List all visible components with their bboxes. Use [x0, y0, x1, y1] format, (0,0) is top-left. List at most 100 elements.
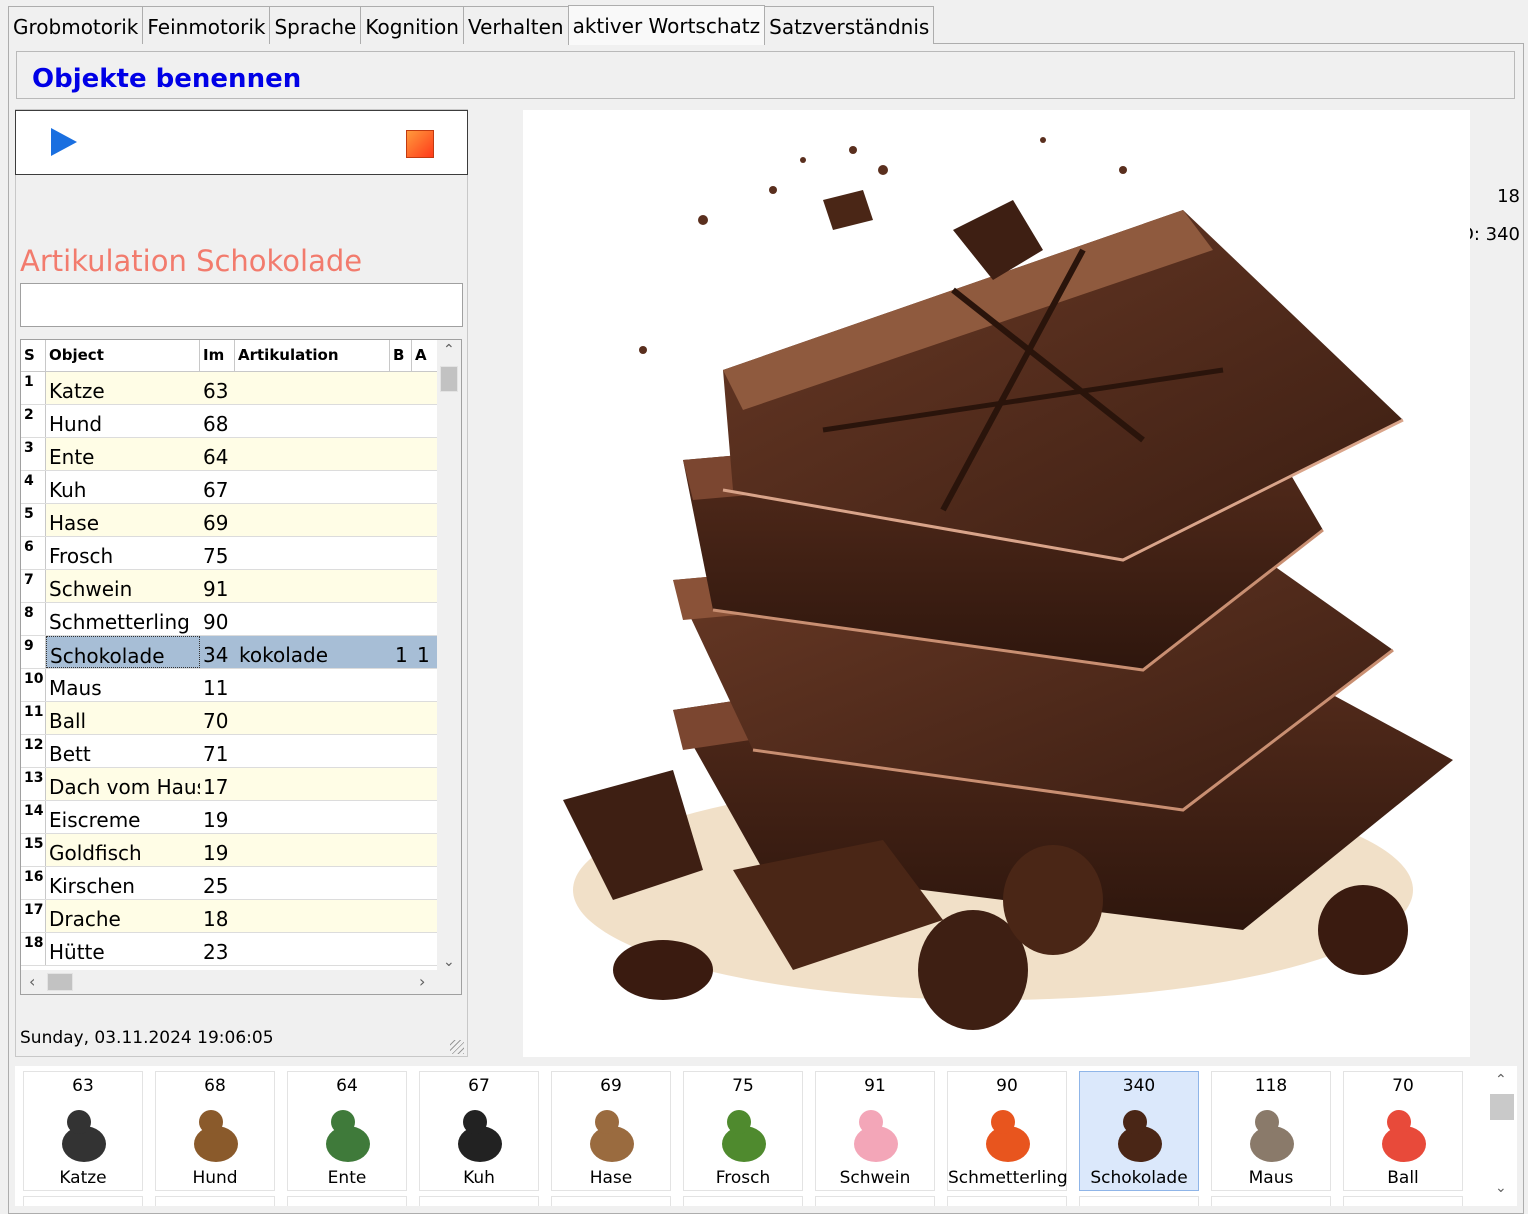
cell-object[interactable]: Hase: [46, 504, 200, 536]
cell-im[interactable]: 71: [200, 735, 235, 767]
artikulation-input[interactable]: [20, 283, 463, 327]
cell-im[interactable]: 11: [200, 669, 235, 701]
hscroll-thumb[interactable]: [47, 973, 73, 991]
cell-im[interactable]: 67: [200, 471, 235, 503]
cell-a[interactable]: [412, 471, 437, 503]
table-row[interactable]: 1 Katze 63: [21, 372, 437, 405]
col-header-object[interactable]: Object: [46, 340, 200, 371]
cell-im[interactable]: 23: [200, 933, 235, 965]
cell-b[interactable]: [390, 372, 412, 404]
cell-art[interactable]: [235, 570, 390, 602]
cell-art[interactable]: [235, 372, 390, 404]
cell-b[interactable]: [390, 834, 412, 866]
cell-im[interactable]: 90: [200, 603, 235, 635]
cell-b[interactable]: [390, 570, 412, 602]
cell-art[interactable]: [235, 834, 390, 866]
cell-s[interactable]: 12: [21, 735, 46, 767]
cell-s[interactable]: 7: [21, 570, 46, 602]
cell-object[interactable]: Hund: [46, 405, 200, 437]
stop-icon[interactable]: [406, 130, 434, 158]
table-row[interactable]: 11 Ball 70: [21, 702, 437, 735]
tab-satzverständnis[interactable]: Satzverständnis: [764, 6, 935, 44]
cell-a[interactable]: [412, 801, 437, 833]
cell-art[interactable]: [235, 438, 390, 470]
table-row[interactable]: 17 Drache 18: [21, 900, 437, 933]
cell-b[interactable]: [390, 933, 412, 965]
cell-b[interactable]: [390, 900, 412, 932]
cell-object[interactable]: Ente: [46, 438, 200, 470]
cell-im[interactable]: 19: [200, 801, 235, 833]
cell-im[interactable]: 18: [200, 900, 235, 932]
thumbnail-item[interactable]: 75 Frosch: [683, 1071, 803, 1191]
col-header-b[interactable]: B: [390, 340, 412, 371]
tab-verhalten[interactable]: Verhalten: [462, 6, 569, 44]
cell-a[interactable]: [412, 537, 437, 569]
thumbnail-item[interactable]: 67 Kuh: [419, 1071, 539, 1191]
cell-art[interactable]: [235, 504, 390, 536]
cell-s[interactable]: 16: [21, 867, 46, 899]
cell-a[interactable]: [412, 438, 437, 470]
cell-im[interactable]: 17: [200, 768, 235, 800]
cell-im[interactable]: 64: [200, 438, 235, 470]
cell-b[interactable]: [390, 405, 412, 437]
cell-s[interactable]: 9: [21, 636, 46, 668]
cell-a[interactable]: [412, 735, 437, 767]
cell-art[interactable]: [235, 537, 390, 569]
resize-grip-icon[interactable]: [450, 1040, 464, 1054]
cell-s[interactable]: 15: [21, 834, 46, 866]
thumbnail-item[interactable]: 69 Hase: [551, 1071, 671, 1191]
table-row[interactable]: 15 Goldfisch 19: [21, 834, 437, 867]
cell-a[interactable]: [412, 504, 437, 536]
cell-art[interactable]: [235, 900, 390, 932]
cell-art[interactable]: [235, 603, 390, 635]
col-header-a[interactable]: A: [412, 340, 437, 371]
cell-s[interactable]: 8: [21, 603, 46, 635]
thumbnail-item[interactable]: 91 Schwein: [815, 1071, 935, 1191]
cell-s[interactable]: 10: [21, 669, 46, 701]
cell-im[interactable]: 19: [200, 834, 235, 866]
cell-s[interactable]: 5: [21, 504, 46, 536]
cell-a[interactable]: [412, 603, 437, 635]
cell-a[interactable]: [412, 702, 437, 734]
table-row[interactable]: 5 Hase 69: [21, 504, 437, 537]
cell-im[interactable]: 70: [200, 702, 235, 734]
cell-a[interactable]: [412, 768, 437, 800]
cell-im[interactable]: 25: [200, 867, 235, 899]
table-row[interactable]: 14 Eiscreme 19: [21, 801, 437, 834]
cell-art[interactable]: [235, 933, 390, 965]
table-row[interactable]: 10 Maus 11: [21, 669, 437, 702]
cell-im[interactable]: 68: [200, 405, 235, 437]
cell-object[interactable]: Dach vom Haus: [46, 768, 200, 800]
tab-kognition[interactable]: Kognition: [360, 6, 464, 44]
cell-object[interactable]: Kirschen: [46, 867, 200, 899]
table-row[interactable]: 8 Schmetterling 90: [21, 603, 437, 636]
cell-object[interactable]: Schwein: [46, 570, 200, 602]
cell-a[interactable]: [412, 372, 437, 404]
cell-b[interactable]: 1: [390, 636, 412, 668]
cell-b[interactable]: [390, 504, 412, 536]
table-row[interactable]: 13 Dach vom Haus 17: [21, 768, 437, 801]
cell-object[interactable]: Ball: [46, 702, 200, 734]
cell-object[interactable]: Drache: [46, 900, 200, 932]
cell-b[interactable]: [390, 537, 412, 569]
cell-a[interactable]: [412, 900, 437, 932]
cell-b[interactable]: [390, 768, 412, 800]
scroll-down-icon[interactable]: ⌄: [1495, 1180, 1507, 1196]
cell-s[interactable]: 18: [21, 933, 46, 965]
cell-object[interactable]: Frosch: [46, 537, 200, 569]
cell-b[interactable]: [390, 867, 412, 899]
cell-object[interactable]: Eiscreme: [46, 801, 200, 833]
cell-s[interactable]: 13: [21, 768, 46, 800]
cell-a[interactable]: [412, 933, 437, 965]
cell-im[interactable]: 69: [200, 504, 235, 536]
cell-a[interactable]: [412, 669, 437, 701]
tab-feinmotorik[interactable]: Feinmotorik: [142, 6, 271, 44]
cell-object[interactable]: Bett: [46, 735, 200, 767]
cell-s[interactable]: 4: [21, 471, 46, 503]
thumbnail-scrollbar[interactable]: ⌃ ⌄: [1490, 1066, 1514, 1206]
scroll-up-icon[interactable]: ⌃: [443, 342, 455, 358]
cell-b[interactable]: [390, 702, 412, 734]
table-row[interactable]: 9 Schokolade 34 kokolade 1 1: [21, 636, 437, 669]
thumbnail-item[interactable]: 63 Katze: [23, 1071, 143, 1191]
thumbnail-item[interactable]: 64 Ente: [287, 1071, 407, 1191]
